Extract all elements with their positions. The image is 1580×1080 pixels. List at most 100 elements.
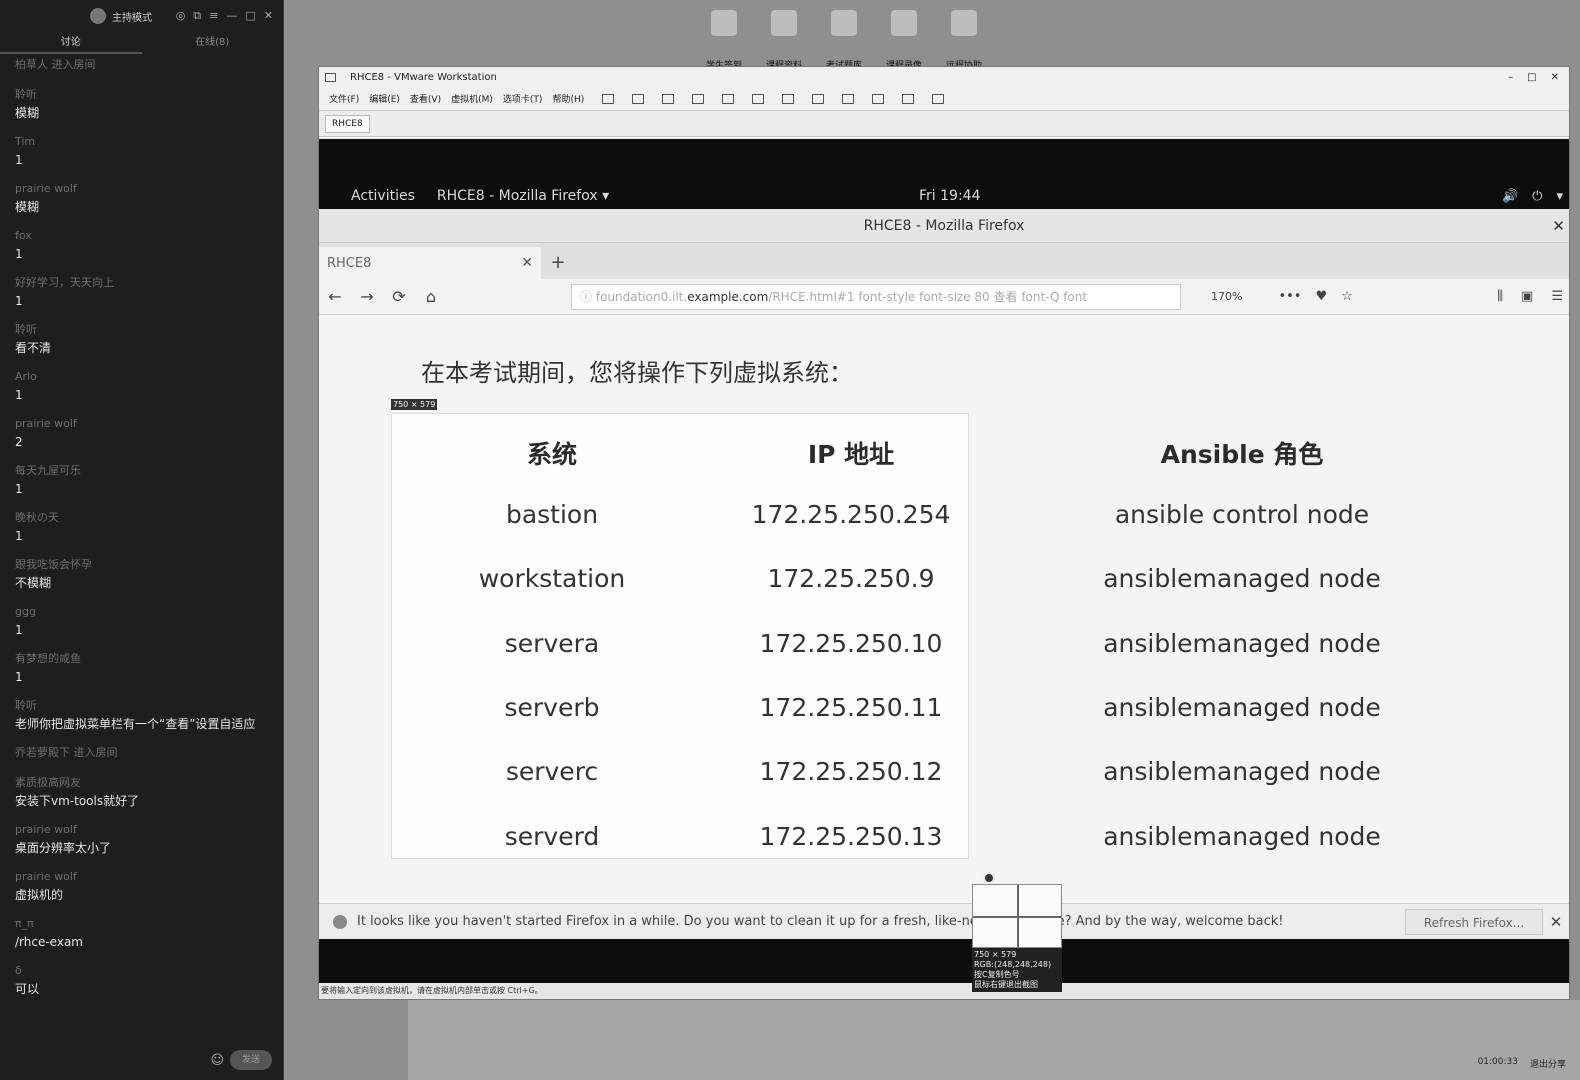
- chat-username[interactable]: π_π: [15, 915, 268, 933]
- chat-username[interactable]: prairie wolf: [15, 415, 268, 433]
- page-content: 在本考试期间，您将操作下列虚拟系统： 750 × 579 系统 IP 地址 Ansi…: [319, 315, 1569, 903]
- popout-icon[interactable]: ⧉: [193, 9, 201, 23]
- avatar: [90, 8, 106, 24]
- close-icon[interactable]: ✕: [1552, 209, 1565, 243]
- vmware-menu-item[interactable]: 文件(F): [329, 92, 359, 105]
- toolbar-button-icon[interactable]: [752, 93, 765, 104]
- chat-text: 桌面分辨率太小了: [15, 841, 112, 855]
- desktop-shortcut[interactable]: 课程录像: [880, 10, 928, 71]
- vm-screen[interactable]: Activities RHCE8 - Mozilla Firefox ▾ Fri…: [319, 139, 1569, 985]
- toolbar-button-icon[interactable]: [932, 93, 945, 104]
- vmware-menu-item[interactable]: 选项卡(T): [503, 92, 543, 105]
- chat-text: 安装下vm-tools就好了: [15, 794, 140, 808]
- toolbar-button-icon[interactable]: [812, 93, 825, 104]
- vm-tab-rhce8[interactable]: RHCE8: [325, 114, 370, 133]
- back-icon[interactable]: ←: [319, 287, 351, 306]
- tab-close-icon[interactable]: ✕: [521, 255, 533, 271]
- chat-message: prairie wolf 模糊: [15, 180, 268, 216]
- tab-discussion[interactable]: 讨论: [0, 32, 142, 54]
- desktop-shortcut[interactable]: 远程协助: [940, 10, 988, 71]
- info-icon[interactable]: ⓘ: [580, 288, 596, 305]
- home-icon[interactable]: ⌂: [415, 287, 447, 306]
- activities-button[interactable]: Activities: [351, 188, 415, 204]
- minimize-icon[interactable]: —: [226, 9, 237, 23]
- close-icon[interactable]: ✕: [264, 9, 273, 23]
- sidebar-icon[interactable]: ▣: [1521, 289, 1533, 304]
- toolbar-button-icon[interactable]: [632, 93, 645, 104]
- toolbar-button-icon[interactable]: [902, 93, 915, 104]
- chat-username[interactable]: 每天九屋可乐: [15, 462, 268, 480]
- chat-username[interactable]: prairie wolf: [15, 821, 268, 839]
- app-menu[interactable]: RHCE8 - Mozilla Firefox ▾: [437, 188, 609, 204]
- chat-username[interactable]: 聆听: [15, 697, 268, 715]
- chat-username[interactable]: ggg: [15, 603, 268, 621]
- toolbar-button-icon[interactable]: [872, 93, 885, 104]
- toolbar-button-icon[interactable]: [662, 93, 675, 104]
- tab-online[interactable]: 在线(8): [142, 32, 284, 54]
- chat-username[interactable]: 晚秋の天: [15, 509, 268, 527]
- volume-icon[interactable]: 🔊: [1502, 189, 1518, 204]
- close-icon[interactable]: ✕: [1551, 72, 1559, 83]
- chat-username[interactable]: 素质极高网友: [15, 774, 268, 792]
- chat-message-list: 柏草人 进入房间 聆听 模糊 Tim 1 prairie wolf 模糊 fox 1 好好学习，天…: [0, 54, 283, 998]
- vmware-menu-item[interactable]: 帮助(H): [552, 92, 584, 105]
- chat-username[interactable]: 聆听: [15, 321, 268, 339]
- chat-username[interactable]: 跟我吃饭会怀孕: [15, 556, 268, 574]
- selection-size-label: 750 × 579: [391, 399, 438, 410]
- clock[interactable]: Fri 19:44: [919, 188, 980, 204]
- forward-icon[interactable]: →: [351, 287, 383, 306]
- chat-username[interactable]: 聆听: [15, 86, 268, 104]
- minimize-icon[interactable]: –: [1508, 72, 1513, 83]
- desktop-shortcut[interactable]: 课程资料: [760, 10, 808, 71]
- chat-text: 看不清: [15, 341, 52, 355]
- chat-username[interactable]: δ: [15, 962, 268, 980]
- bookmark-star-icon[interactable]: ☆: [1341, 289, 1353, 304]
- toolbar-button-icon[interactable]: [692, 93, 705, 104]
- table-header-cell: 系统: [526, 440, 578, 469]
- chat-username[interactable]: prairie wolf: [15, 868, 268, 886]
- desktop-shortcut[interactable]: 学生签到: [700, 10, 748, 71]
- vmware-menu-item[interactable]: 查看(V): [410, 92, 441, 105]
- refresh-firefox-button[interactable]: Refresh Firefox...: [1405, 908, 1543, 935]
- chat-text: 1: [15, 294, 23, 308]
- vmware-menu-item[interactable]: 编辑(E): [369, 92, 400, 105]
- url-bar[interactable]: ⓘ foundation0.ilt. example.com /RHCE.htm…: [571, 283, 1181, 310]
- library-icon[interactable]: ⫼: [1497, 289, 1503, 304]
- settings-icon[interactable]: ◎: [176, 9, 186, 23]
- pocket-icon[interactable]: ♥: [1315, 289, 1327, 304]
- desktop-shortcut[interactable]: 考试题库: [820, 10, 868, 71]
- chat-username[interactable]: Tim: [15, 133, 268, 151]
- maximize-icon[interactable]: □: [1527, 72, 1536, 83]
- toolbar-button-icon[interactable]: [842, 93, 855, 104]
- chevron-down-icon[interactable]: ▾: [1556, 189, 1563, 204]
- emoji-icon[interactable]: ☺: [210, 1053, 224, 1068]
- chat-system-message: 柏草人 进入房间: [15, 58, 96, 71]
- maximize-icon[interactable]: □: [245, 9, 255, 23]
- chat-username[interactable]: prairie wolf: [15, 180, 268, 198]
- chat-message: prairie wolf 2: [15, 415, 268, 451]
- reload-icon[interactable]: ⟳: [383, 287, 415, 306]
- power-icon[interactable]: ⏻: [1532, 189, 1542, 204]
- chat-username[interactable]: 好好学习，天天向上: [15, 274, 268, 292]
- chat-username[interactable]: 有梦想的咸鱼: [15, 650, 268, 668]
- send-button[interactable]: 发送: [230, 1050, 272, 1070]
- toolbar-button-icon[interactable]: [782, 93, 795, 104]
- menu-icon[interactable]: ≡: [209, 9, 218, 23]
- vmware-menu-item[interactable]: 虚拟机(M): [451, 92, 493, 105]
- firefox-notification-bar: It looks like you haven't started Firefo…: [319, 903, 1569, 939]
- page-actions-icon[interactable]: •••: [1278, 289, 1301, 304]
- vmware-menubar: 文件(F) 编辑(E) 查看(V) 虚拟机(M) 选项卡(T) 帮助(H): [319, 87, 1569, 111]
- hamburger-menu-icon[interactable]: ☰: [1551, 289, 1563, 304]
- toolbar-button-icon[interactable]: [722, 93, 735, 104]
- chat-text: 老师你把虚拟菜单栏有一个“查看”设置自适应: [15, 717, 256, 731]
- browser-tab[interactable]: RHCE8 ✕: [319, 247, 541, 279]
- chat-username[interactable]: Arlo: [15, 368, 268, 386]
- zoom-level[interactable]: 170%: [1211, 290, 1242, 303]
- chat-username[interactable]: fox: [15, 227, 268, 245]
- close-icon[interactable]: ✕: [1543, 913, 1569, 931]
- exit-share-button[interactable]: 退出分享: [1530, 1057, 1566, 1070]
- chat-tabs: 讨论 在线(8): [0, 32, 283, 54]
- chat-text: 1: [15, 482, 23, 496]
- new-tab-button[interactable]: +: [541, 247, 575, 279]
- toolbar-button-icon[interactable]: [602, 93, 615, 104]
